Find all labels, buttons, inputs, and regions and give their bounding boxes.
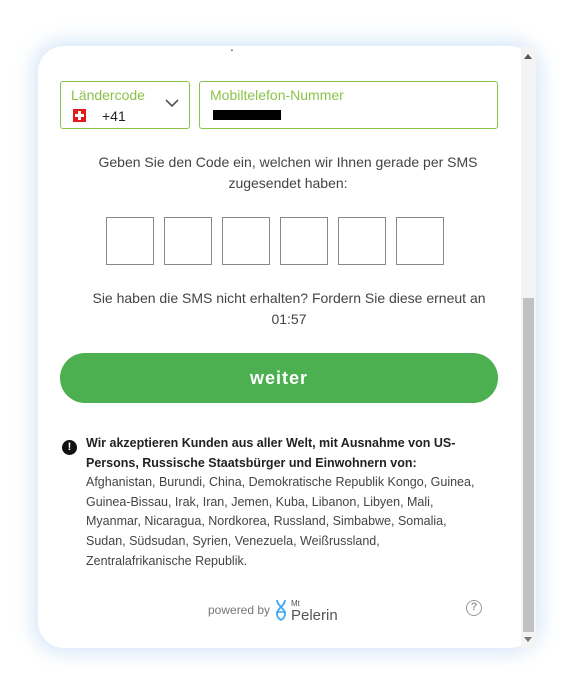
- logo-name-text: Pelerin: [291, 607, 338, 624]
- powered-by-text: powered by: [208, 603, 271, 617]
- help-icon[interactable]: ?: [466, 600, 482, 616]
- resend-countdown: 01:57: [271, 311, 307, 327]
- country-code-label: Ländercode: [71, 87, 145, 103]
- continue-button[interactable]: weiter: [60, 353, 498, 403]
- mt-pelerin-logo-icon: [276, 599, 286, 622]
- resend-sms-text: Sie haben die SMS nicht erhalten? Forder…: [68, 288, 510, 330]
- country-code-select[interactable]: Ländercode +41: [60, 81, 190, 129]
- code-digit-input-2[interactable]: [164, 217, 212, 265]
- restrictions-notice-bold: Wir akzeptieren Kunden aus aller Welt, m…: [86, 436, 456, 470]
- code-digit-input-4[interactable]: [280, 217, 328, 265]
- widget-card: . Ländercode +41 Mobiltelefon-Nummer Geb…: [38, 46, 536, 648]
- country-code-value: +41: [102, 108, 126, 124]
- code-digit-input-1[interactable]: [106, 217, 154, 265]
- clipped-heading-fragment: .: [230, 46, 234, 54]
- chevron-down-icon[interactable]: [165, 98, 179, 108]
- exclamation-icon: !: [62, 440, 77, 455]
- scroll-down-arrow-icon[interactable]: [524, 637, 532, 642]
- scroll-up-arrow-icon[interactable]: [524, 54, 532, 59]
- phone-number-field[interactable]: Mobiltelefon-Nummer: [199, 81, 498, 129]
- scrollbar-thumb[interactable]: [523, 298, 534, 632]
- swiss-flag-icon: [73, 109, 86, 122]
- code-digit-input-6[interactable]: [396, 217, 444, 265]
- restrictions-country-list: Afghanistan, Burundi, China, Demokratisc…: [86, 475, 475, 568]
- code-digit-input-5[interactable]: [338, 217, 386, 265]
- code-digit-input-3[interactable]: [222, 217, 270, 265]
- resend-sms-message: Sie haben die SMS nicht erhalten? Forder…: [92, 290, 486, 306]
- sms-code-inputs: [106, 217, 444, 265]
- phone-number-redacted-value: [213, 110, 281, 120]
- scrollbar[interactable]: [521, 46, 536, 648]
- phone-number-label: Mobiltelefon-Nummer: [210, 87, 344, 103]
- sms-instruction-text: Geben Sie den Code ein, welchen wir Ihne…: [98, 154, 478, 191]
- restrictions-notice: Wir akzeptieren Kunden aus aller Welt, m…: [86, 434, 486, 571]
